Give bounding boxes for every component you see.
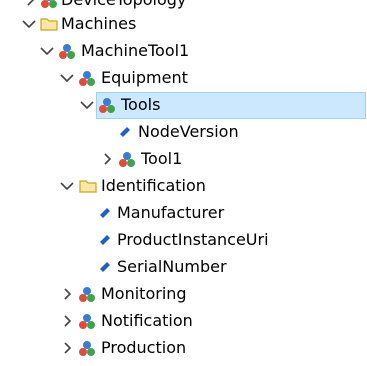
chevron-right-icon[interactable] bbox=[59, 308, 75, 335]
object-icon bbox=[58, 38, 76, 65]
chevron-down-icon[interactable] bbox=[58, 173, 74, 200]
object-icon bbox=[98, 92, 116, 119]
tree-item-manufacturer[interactable]: Manufacturer bbox=[0, 200, 367, 227]
tree-item-label: Tools bbox=[121, 95, 161, 114]
tree-item-serialnumber[interactable]: SerialNumber bbox=[0, 254, 367, 281]
tree-item-productinstanceuri[interactable]: ProductInstanceUri bbox=[0, 227, 367, 254]
tree-item-label: Identification bbox=[101, 176, 206, 195]
chevron-down-icon[interactable] bbox=[58, 65, 74, 92]
chevron-down-icon[interactable] bbox=[38, 38, 54, 65]
folder-icon bbox=[40, 11, 58, 38]
object-icon bbox=[118, 146, 136, 173]
chevron-right-icon[interactable] bbox=[59, 281, 75, 308]
tree-item-label: MachineTool1 bbox=[81, 41, 190, 60]
chevron-down-icon[interactable] bbox=[78, 92, 94, 119]
tree-item-tool1[interactable]: Tool1 bbox=[0, 146, 367, 173]
tree-item-label: Equipment bbox=[101, 68, 188, 87]
tree-item-machinetool1[interactable]: MachineTool1 bbox=[0, 38, 367, 65]
tree-item-notification[interactable]: Notification bbox=[0, 308, 367, 335]
tree-item-machines[interactable]: Machines bbox=[0, 11, 367, 38]
tree-item-label: Tool1 bbox=[141, 149, 183, 168]
object-icon bbox=[78, 65, 96, 92]
variable-icon bbox=[98, 200, 116, 227]
tree-item-monitoring[interactable]: Monitoring bbox=[0, 281, 367, 308]
tree-item-equipment[interactable]: Equipment bbox=[0, 65, 367, 92]
object-icon bbox=[78, 335, 96, 362]
tree-item-label: DeviceTopology bbox=[61, 0, 186, 10]
address-space-tree: DeviceTopology Machines MachineTool1 bbox=[0, 0, 367, 366]
tree-item-label: ProductInstanceUri bbox=[117, 230, 269, 249]
chevron-down-icon[interactable] bbox=[20, 11, 36, 38]
tree-item-label: Machines bbox=[61, 14, 137, 33]
tree-item-nodeversion[interactable]: NodeVersion bbox=[0, 119, 367, 146]
tree-item-label: Production bbox=[101, 338, 187, 357]
chevron-right-icon[interactable] bbox=[99, 146, 115, 173]
object-icon bbox=[78, 281, 96, 308]
tree-item-tools[interactable]: Tools bbox=[0, 92, 367, 119]
tree-item-label: SerialNumber bbox=[117, 257, 227, 276]
chevron-right-icon[interactable] bbox=[59, 335, 75, 362]
tree-item-label: NodeVersion bbox=[138, 122, 239, 141]
folder-icon bbox=[79, 173, 97, 200]
variable-icon bbox=[98, 227, 116, 254]
tree-item-production[interactable]: Production bbox=[0, 335, 367, 362]
tree-item-label: Manufacturer bbox=[117, 203, 225, 222]
tree-item-identification[interactable]: Identification bbox=[0, 173, 367, 200]
object-icon bbox=[78, 308, 96, 335]
variable-icon bbox=[98, 254, 116, 281]
tree-item-label: Monitoring bbox=[101, 284, 187, 303]
variable-icon bbox=[118, 119, 136, 146]
tree-item-label: Notification bbox=[101, 311, 193, 330]
